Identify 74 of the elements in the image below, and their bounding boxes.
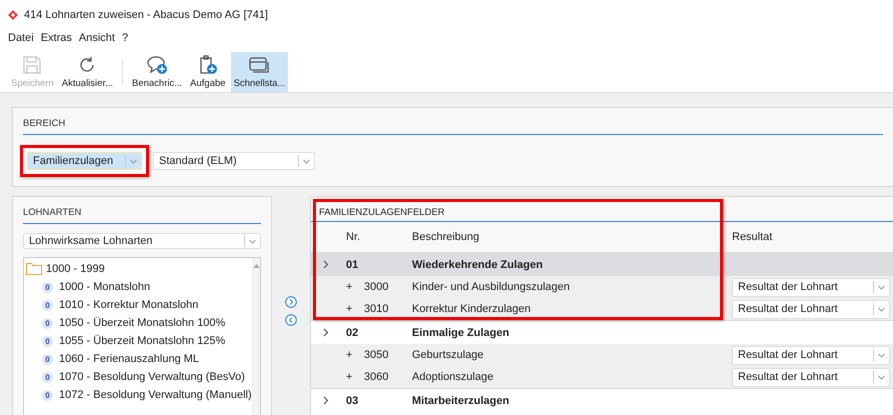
chevron-down-icon [878,352,885,358]
table-cell-text: 3050 [364,349,390,361]
scroll-up-icon [252,263,260,268]
chevron-right-icon [323,328,329,337]
chevron-down-icon [249,238,256,244]
dropdown[interactable]: Resultat der Lohnart [732,278,890,296]
column-header: Nr. [345,231,362,243]
menu-item[interactable]: Datei [8,32,34,44]
windows-icon [248,55,270,75]
tree-item[interactable]: 1060 - Ferienauszahlung ML [59,353,200,365]
table-cell-text: Kinder- und Ausbildungszulagen [412,281,571,293]
toolbar-button[interactable]: Aufgabe [187,52,229,92]
chevron-down-icon [130,158,137,164]
dropdown[interactable]: Resultat der Lohnart [732,346,890,364]
add-sign[interactable]: + [341,349,364,361]
menu-item[interactable]: ? [122,32,128,44]
app-logo-icon [8,10,18,20]
group-title: Einmalige Zulagen [412,326,510,338]
table-cell-text: 3000 [364,281,390,293]
tree-item[interactable]: 1050 - Überzeit Monatslohn 100% [59,317,226,329]
folder-icon [26,263,42,275]
chevron-left-circle-icon[interactable] [285,314,297,326]
chevron-right-circle-icon[interactable] [285,296,297,308]
group-row[interactable]: 01 Wiederkehrende Zulagen [311,252,893,276]
count-badge: 0 [42,282,53,292]
table-cell-text: 3010 [364,303,390,315]
chevron-down-icon [303,158,310,164]
table-cell-text: 3060 [364,371,390,383]
toolbar-button[interactable]: Aktualisier... [58,52,116,92]
section-title: FAMILIENZULAGENFELDER [311,197,893,222]
count-badge: 0 [42,318,53,328]
menu-item[interactable]: Ansicht [78,32,115,44]
tree-item[interactable]: 1000 - Monatslohn [59,281,150,293]
chevron-down-icon [878,306,885,312]
tree-item[interactable]: 1010 - Korrektur Monatslohn [59,299,198,311]
toolbar-button[interactable]: Schnellsta... [230,52,288,92]
group-number: 02 [345,326,360,338]
chevron-right-icon [323,260,329,269]
column-header: Beschreibung [412,231,480,243]
tree-item[interactable]: 1000 - 1999 [46,263,105,275]
group-number: 03 [345,394,360,406]
section-title: LOHNARTEN [23,207,261,224]
chevron-down-icon [878,374,885,380]
count-badge: 0 [42,372,53,382]
chevron-right-icon [323,396,329,405]
chevron-down-icon [878,284,885,290]
group-title: Wiederkehrende Zulagen [412,258,544,270]
section-title: BEREICH [23,118,883,135]
add-sign[interactable]: + [341,371,364,383]
column-header: Resultat [732,231,774,243]
count-badge: 0 [42,336,53,346]
table-cell-text: Korrektur Kinderzulagen [412,303,532,315]
tree-item[interactable]: 1055 - Überzeit Monatslohn 125% [59,335,226,347]
dropdown[interactable]: Lohnwirksame Lohnarten [23,233,261,249]
scrollbar[interactable] [252,258,260,415]
speech-bubble-plus-icon [146,55,168,75]
count-badge: 0 [42,300,53,310]
dropdown[interactable]: Standard (ELM) [153,152,315,170]
count-badge: 0 [42,354,53,364]
table-cell-text: Geburtszulage [412,349,485,361]
toolbar-button[interactable]: Benachric... [129,52,186,92]
group-number: 01 [345,258,360,270]
dropdown[interactable]: Resultat der Lohnart [732,300,890,318]
group-title: Mitarbeiterzulagen [412,394,510,406]
table-cell-text: Adoptionszulage [412,371,494,383]
add-sign[interactable]: + [341,303,364,315]
add-sign[interactable]: + [341,281,364,293]
window-title: 414 Lohnarten zuweisen - Abacus Demo AG [741] [24,9,268,21]
menu-item[interactable]: Extras [40,32,72,44]
dropdown[interactable]: Familienzulagen [27,152,142,170]
count-badge: 0 [42,390,53,400]
tree-item[interactable]: 1072 - Besoldung Verwaltung (Manuell) [59,389,252,401]
tree-item[interactable]: 1070 - Besoldung Verwaltung (BesVo) [59,371,245,383]
dropdown[interactable]: Resultat der Lohnart [732,368,890,386]
